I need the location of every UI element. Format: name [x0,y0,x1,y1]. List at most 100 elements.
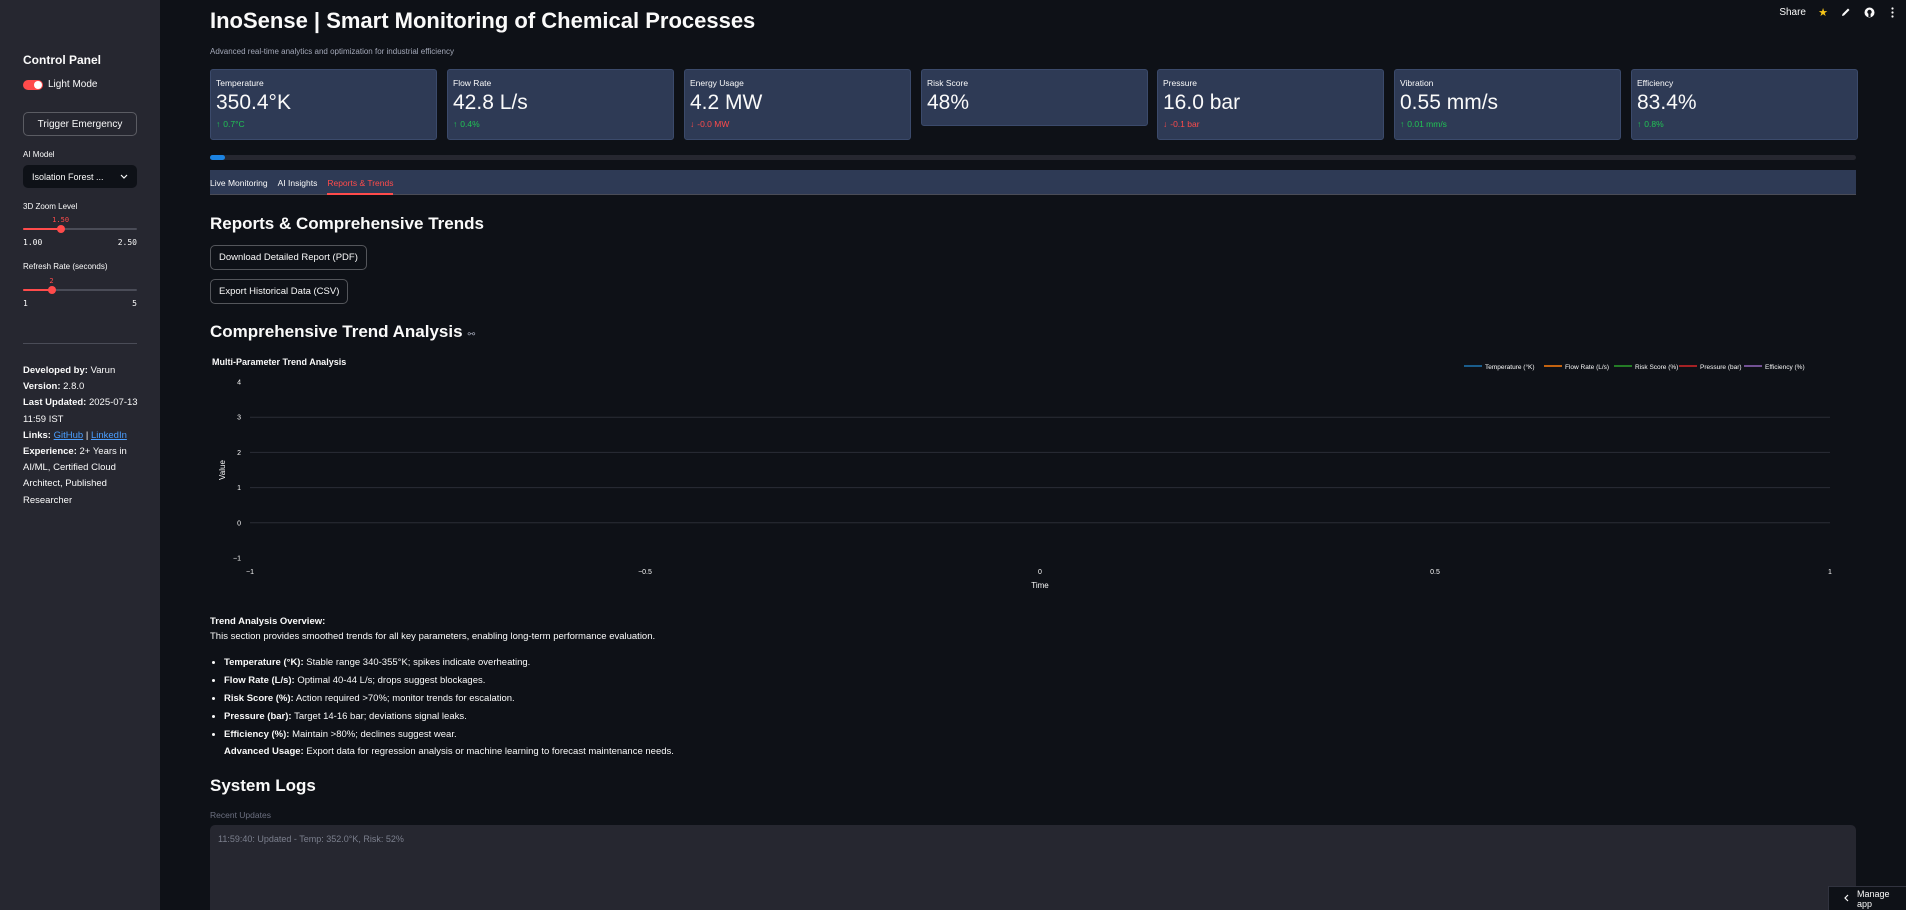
item-label: Risk Score (%): [224,693,294,704]
metric-card: Flow Rate 42.8 L/s ↑ 0.4% [447,69,674,140]
trigger-emergency-button[interactable]: Trigger Emergency [23,112,137,136]
zoom-slider[interactable]: 1.50 1.00 2.50 [23,216,137,247]
legend-label: Pressure (bar) [1700,364,1742,371]
y-tick-label: 0 [237,520,241,527]
x-tick-label: 0 [1038,569,1042,576]
list-item: Risk Score (%): Action required >70%; mo… [224,690,1110,708]
metric-card: Pressure 16.0 bar ↓ -0.1 bar [1157,69,1384,140]
metric-card: Efficiency 83.4% ↑ 0.8% [1631,69,1858,140]
manage-app-button[interactable]: Manage app [1828,886,1906,910]
page-subtitle: Advanced real-time analytics and optimiz… [210,47,454,56]
download-report-button[interactable]: Download Detailed Report (PDF) [210,245,367,270]
metric-card: Risk Score 48% [921,69,1148,126]
ai-model-select[interactable]: Isolation Forest ... [23,165,137,188]
manage-app-label: Manage app [1857,888,1890,909]
x-tick-label: 1 [1828,569,1832,576]
metric-delta: ↑ 0.01 mm/s [1400,119,1615,129]
logs-subtitle: Recent Updates [210,810,271,820]
tab-live-monitoring[interactable]: Live Monitoring [210,170,268,195]
anchor-link-icon[interactable]: ⚯ [468,329,476,339]
sidebar-divider [23,343,137,344]
metric-delta-value: 0.8% [1644,119,1664,129]
arrow-up-icon: ↑ [1400,119,1405,129]
export-data-button[interactable]: Export Historical Data (CSV) [210,279,349,304]
light-mode-toggle[interactable] [23,79,43,90]
metric-delta-value: -0.1 bar [1170,119,1200,129]
arrow-up-icon: ↑ [216,119,221,129]
list-item: Pressure (bar): Target 14-16 bar; deviat… [224,708,1110,726]
item-label: Pressure (bar): [224,711,292,722]
edit-icon[interactable] [1840,6,1852,18]
item-text: Target 14-16 bar; deviations signal leak… [294,711,467,722]
metric-value: 4.2 MW [690,91,763,114]
metric-card: Temperature 350.4°K ↑ 0.7°C [210,69,437,140]
progress-fill [210,155,225,160]
developed-label: Developed by: [23,365,88,376]
light-mode-label: Light Mode [48,79,98,90]
zoom-label: 3D Zoom Level [23,202,78,211]
list-item: Efficiency (%): Maintain >80%; declines … [224,726,1110,744]
version-label: Version: [23,381,61,393]
more-menu-icon[interactable] [1886,6,1898,18]
list-item: Flow Rate (L/s): Optimal 40-44 L/s; drop… [224,672,1110,690]
slider-min: 1 [23,299,28,308]
system-logs-heading: System Logs [210,776,316,795]
trend-heading-text: Comprehensive Trend Analysis [210,322,463,341]
metric-card: Vibration 0.55 mm/s ↑ 0.01 mm/s [1394,69,1621,140]
slider-thumb[interactable] [56,225,65,233]
item-text: Optimal 40-44 L/s; drops suggest blockag… [297,675,486,686]
ai-model-label: AI Model [23,150,55,159]
list-item: Temperature (°K): Stable range 340-355°K… [224,654,1110,672]
refresh-slider[interactable]: 2 1 5 [23,277,137,308]
version-value: 2.8.0 [63,381,85,393]
metric-value: 16.0 bar [1163,91,1241,114]
reports-heading: Reports & Comprehensive Trends [210,214,484,233]
tab-reports-trends[interactable]: Reports & Trends [327,170,394,195]
item-label: Temperature (°K): [224,657,304,668]
trend-heading: Comprehensive Trend Analysis ⚯ [210,322,475,342]
metric-value: 48% [927,91,970,114]
links-label: Links: [23,429,51,441]
y-tick-label: 3 [237,415,241,422]
top-toolbar: Share ★ [1779,6,1898,19]
advanced-text: Export data for regression analysis or m… [306,746,674,757]
y-tick-label: 4 [237,380,241,387]
slider-fill [23,228,61,230]
light-mode-toggle-row[interactable]: Light Mode [23,79,97,90]
legend-label: Temperature (°K) [1485,363,1535,371]
share-button[interactable]: Share [1779,7,1806,18]
slider-value: 2 [49,277,54,285]
trend-overview: Trend Analysis Overview: This section pr… [210,614,1110,759]
log-entry: 11:59:40: Updated - Temp: 352.0°K, Risk:… [218,834,404,844]
legend-label: Risk Score (%) [1635,364,1678,371]
slider-thumb[interactable] [47,286,56,294]
chevron-down-icon [120,172,128,182]
tab-ai-insights[interactable]: AI Insights [278,170,318,195]
metric-value: 42.8 L/s [453,91,528,114]
item-label: Flow Rate (L/s): [224,675,295,686]
overview-list: Temperature (°K): Stable range 340-355°K… [210,654,1110,744]
metric-delta: ↑ 0.8% [1637,119,1852,129]
overview-title: Trend Analysis Overview: [210,616,326,627]
tab-bar: Live Monitoring AI Insights Reports & Tr… [210,170,1856,195]
star-icon[interactable]: ★ [1817,6,1829,19]
arrow-up-icon: ↑ [453,119,458,129]
slider-value: 1.50 [52,216,70,224]
advanced-usage: Advanced Usage: Export data for regressi… [210,744,1110,759]
trend-chart-svg: Multi-Parameter Trend Analysis −1 0 1 2 3 4 −1 −… [212,357,1832,590]
metrics-row: Temperature 350.4°K ↑ 0.7°C Flow Rate 42.8 L/… [210,69,1858,141]
slider-max: 5 [132,299,137,308]
arrow-down-icon: ↓ [1163,119,1168,129]
arrow-up-icon: ↑ [1637,119,1642,129]
github-icon[interactable] [1863,6,1875,18]
metric-value: 0.55 mm/s [1400,91,1499,114]
github-link[interactable]: GitHub [54,430,84,441]
advanced-label: Advanced Usage: [224,746,304,757]
linkedin-link[interactable]: LinkedIn [91,430,127,441]
metric-label: Flow Rate [453,78,492,88]
legend-label: Efficiency (%) [1765,364,1805,371]
log-textarea[interactable]: 11:59:40: Updated - Temp: 352.0°K, Risk:… [210,825,1856,910]
metric-label: Risk Score [927,78,969,88]
progress-bar [210,155,1856,160]
legend-label: Flow Rate (L/s) [1565,364,1609,371]
